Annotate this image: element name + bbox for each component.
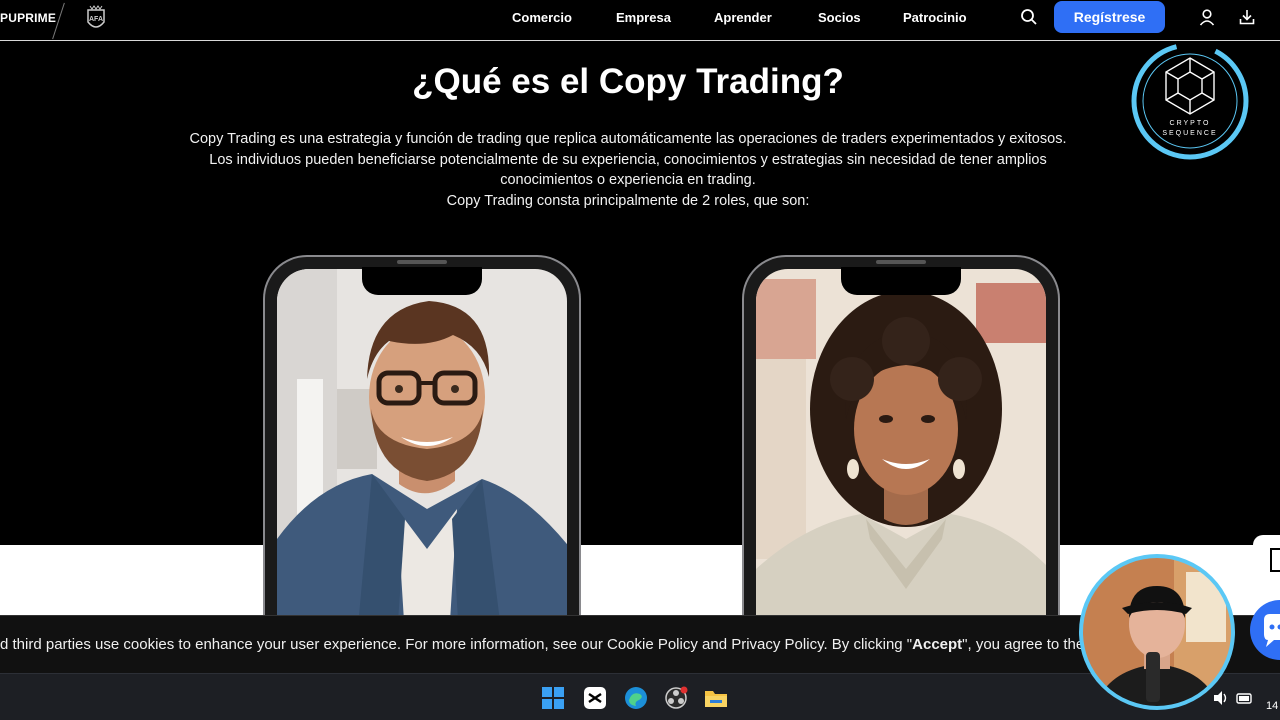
side-feedback-tab[interactable] xyxy=(1253,535,1280,587)
phone-speaker xyxy=(397,260,447,264)
phone-mockup-copier xyxy=(742,255,1060,635)
capcut-icon[interactable] xyxy=(583,686,607,710)
intro-line: Copy Trading consta principalmente de 2 … xyxy=(446,192,810,209)
phone-notch xyxy=(362,267,482,295)
phone-speaker xyxy=(876,260,926,264)
intro-line: conocimientos o experiencia en trading. xyxy=(500,172,756,188)
file-explorer-icon[interactable] xyxy=(704,686,728,710)
phone-screen xyxy=(277,269,567,635)
nav-link-socios[interactable]: Socios xyxy=(818,10,861,25)
top-navbar: PUPRIME AFA Comercio Empresa Aprender So… xyxy=(0,0,1280,41)
logo-text-line1: CRYPTO xyxy=(1170,120,1211,127)
cookie-text: d third parties use cookies to enhance y… xyxy=(0,636,913,653)
woman-portrait-image xyxy=(756,269,1046,635)
obs-icon[interactable] xyxy=(664,686,688,710)
intro-line: Copy Trading es una estrategia y función… xyxy=(189,131,1067,147)
edge-icon[interactable] xyxy=(624,686,648,710)
phone-mockup-copy-trader xyxy=(263,255,581,635)
intro-line: Los individuos pueden beneficiarse poten… xyxy=(209,151,1047,168)
phone-screen xyxy=(756,269,1046,635)
man-portrait-image xyxy=(277,269,567,635)
nav-link-empresa[interactable]: Empresa xyxy=(616,10,671,25)
crypto-sequence-logo-overlay: CRYPTO SEQUENCE xyxy=(1131,42,1249,160)
phone-notch xyxy=(841,267,961,295)
taskbar-clock: 14 xyxy=(1266,700,1279,712)
nav-link-comercio[interactable]: Comercio xyxy=(512,10,572,25)
chat-button[interactable] xyxy=(1250,600,1280,660)
logo-text-line2: SEQUENCE xyxy=(1162,130,1217,137)
cookie-text-end: ", you agree to the xyxy=(962,636,1085,653)
chat-icon xyxy=(1264,614,1280,647)
nav-link-aprender[interactable]: Aprender xyxy=(714,10,772,25)
svg-text:AFA: AFA xyxy=(89,16,103,23)
afa-crest-icon: AFA xyxy=(87,5,105,28)
windows-start-icon[interactable] xyxy=(541,686,565,710)
intro-description: Copy Trading es una estrategia y función… xyxy=(100,129,1156,211)
brand-logo[interactable]: PUPRIME xyxy=(0,11,56,25)
presenter-webcam-overlay xyxy=(1079,554,1235,710)
register-button[interactable]: Regístrese xyxy=(1054,1,1165,33)
document-icon xyxy=(1270,548,1280,572)
page-title: ¿Qué es el Copy Trading? xyxy=(412,62,844,101)
download-icon[interactable] xyxy=(1238,8,1256,26)
user-icon[interactable] xyxy=(1198,8,1216,26)
cookie-accept-label[interactable]: Accept xyxy=(912,636,962,653)
nav-link-patrocinio[interactable]: Patrocinio xyxy=(903,10,967,25)
search-icon[interactable] xyxy=(1020,8,1038,26)
